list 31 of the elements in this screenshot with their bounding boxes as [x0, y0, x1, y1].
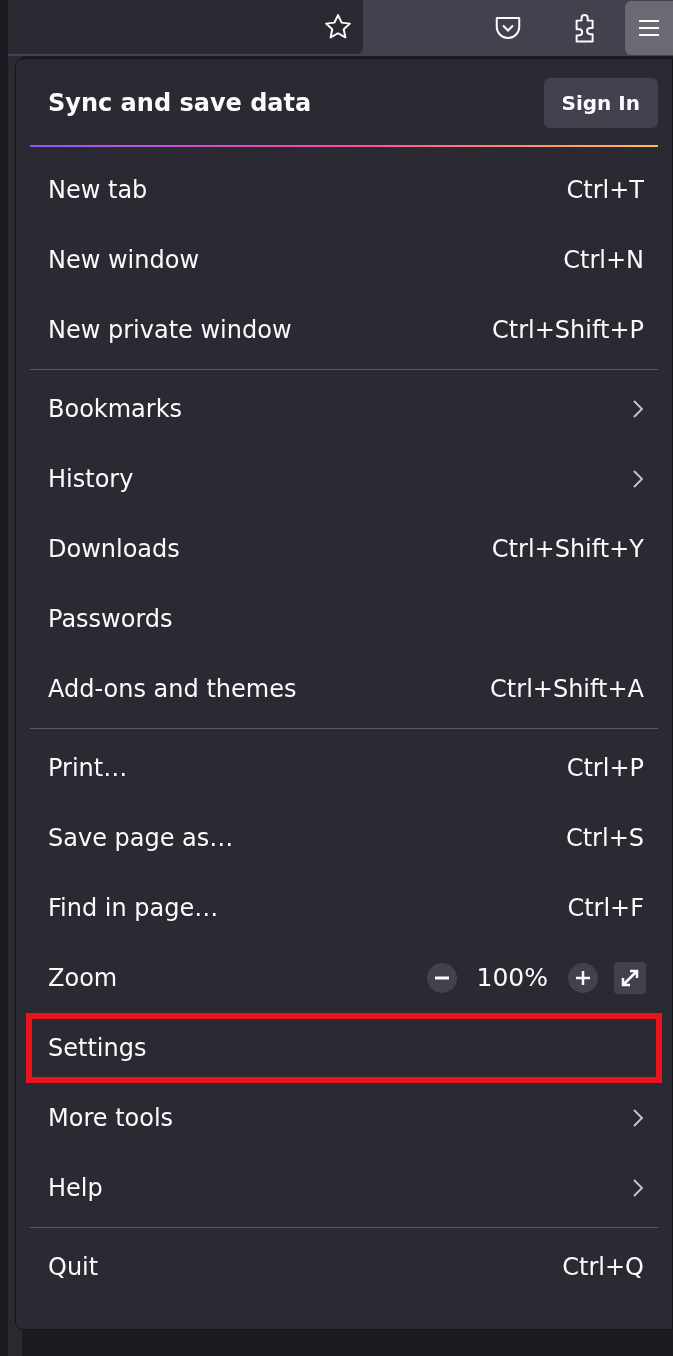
zoom-in-button[interactable] [568, 963, 598, 993]
menu-item[interactable]: Find in page… Ctrl+F [16, 873, 672, 943]
menu-item[interactable]: New private window Ctrl+Shift+P [16, 295, 672, 365]
chevron-right-icon [632, 1108, 644, 1128]
chevron-right-icon [632, 469, 644, 489]
zoom-out-button[interactable] [426, 963, 457, 993]
expand-icon [620, 968, 640, 988]
menu-header-title: Sync and save data [48, 88, 313, 119]
menu-item[interactable]: Quit Ctrl+Q [16, 1232, 672, 1302]
menu-item[interactable]: More tools [16, 1083, 672, 1153]
fullscreen-button[interactable] [614, 962, 646, 994]
menu-item[interactable]: Print… Ctrl+P [16, 733, 672, 803]
menu-icon [639, 19, 659, 37]
chevron-right-icon [632, 399, 644, 419]
menu-item[interactable]: Bookmarks [16, 374, 672, 444]
menu-item-label: Zoom [48, 963, 119, 994]
sign-in-button[interactable]: Sign In [543, 78, 658, 128]
menu-item[interactable]: Settings [26, 1013, 662, 1083]
menu-item[interactable]: New tab Ctrl+T [16, 155, 672, 225]
menu-item[interactable]: Add-ons and themes Ctrl+Shift+A [16, 654, 672, 724]
menu-item[interactable]: Help [16, 1153, 672, 1223]
menu-item[interactable]: Save page as… Ctrl+S [16, 803, 672, 873]
menu-item[interactable]: Passwords [16, 584, 672, 654]
menu-item[interactable]: Downloads Ctrl+Shift+Y [16, 514, 672, 584]
menu-item[interactable]: History [16, 444, 672, 514]
minus-icon [434, 976, 449, 980]
zoom-level-button[interactable]: 100% [476, 959, 548, 997]
menu-button[interactable] [625, 1, 673, 55]
chevron-right-icon [632, 1178, 644, 1198]
plus-icon [576, 971, 590, 985]
menu-item[interactable]: New window Ctrl+N [16, 225, 672, 295]
